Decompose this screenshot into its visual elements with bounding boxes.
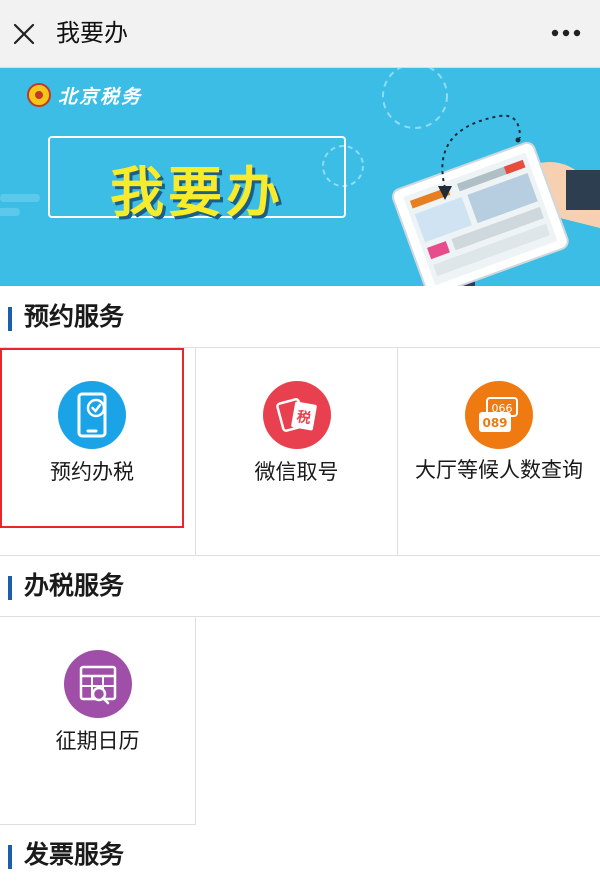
service-item-wechat-ticket[interactable]: 税 微信取号 [196,348,397,555]
close-icon[interactable] [12,22,36,46]
more-icon[interactable] [548,20,584,46]
queue-number-current: 089 [482,416,507,430]
tax-ticket-icon: 税 [262,381,331,449]
brand-logo-text: 北京税务 [58,86,143,108]
page-title: 我要办 [56,19,128,47]
section-accent-bar [8,307,12,331]
svg-text:税: 税 [295,408,312,427]
service-label: 征期日历 [55,729,140,753]
section-accent-bar [8,845,12,869]
service-item-hall-waiting[interactable]: 066 089 大厅等候人数查询 [398,348,600,555]
section-header-reservation: 预约服务 [0,286,600,346]
section-header-invoice: 发票服务 [0,824,600,884]
service-label: 微信取号 [254,460,339,484]
section-title: 发票服务 [24,840,125,869]
section-title: 办税服务 [24,571,125,600]
section-title: 预约服务 [24,302,125,331]
divider [195,617,196,824]
service-label: 大厅等候人数查询 [415,458,583,482]
calendar-search-icon [63,650,132,718]
top-bar: 我要办 [0,0,600,68]
section-header-tax: 办税服务 [0,555,600,615]
service-label: 预约办税 [50,460,134,484]
phone-check-icon [58,381,126,449]
service-item-tax-calendar[interactable]: 征期日历 [0,617,195,824]
section-accent-bar [8,576,12,600]
service-item-reserve-tax[interactable]: 预约办税 [0,348,184,528]
banner: 北京税务 我要办 [0,68,600,286]
queue-number-icon: 066 089 [465,381,533,449]
banner-title-frame: 我要办 [48,136,346,224]
banner-title: 我要办 [110,161,284,224]
